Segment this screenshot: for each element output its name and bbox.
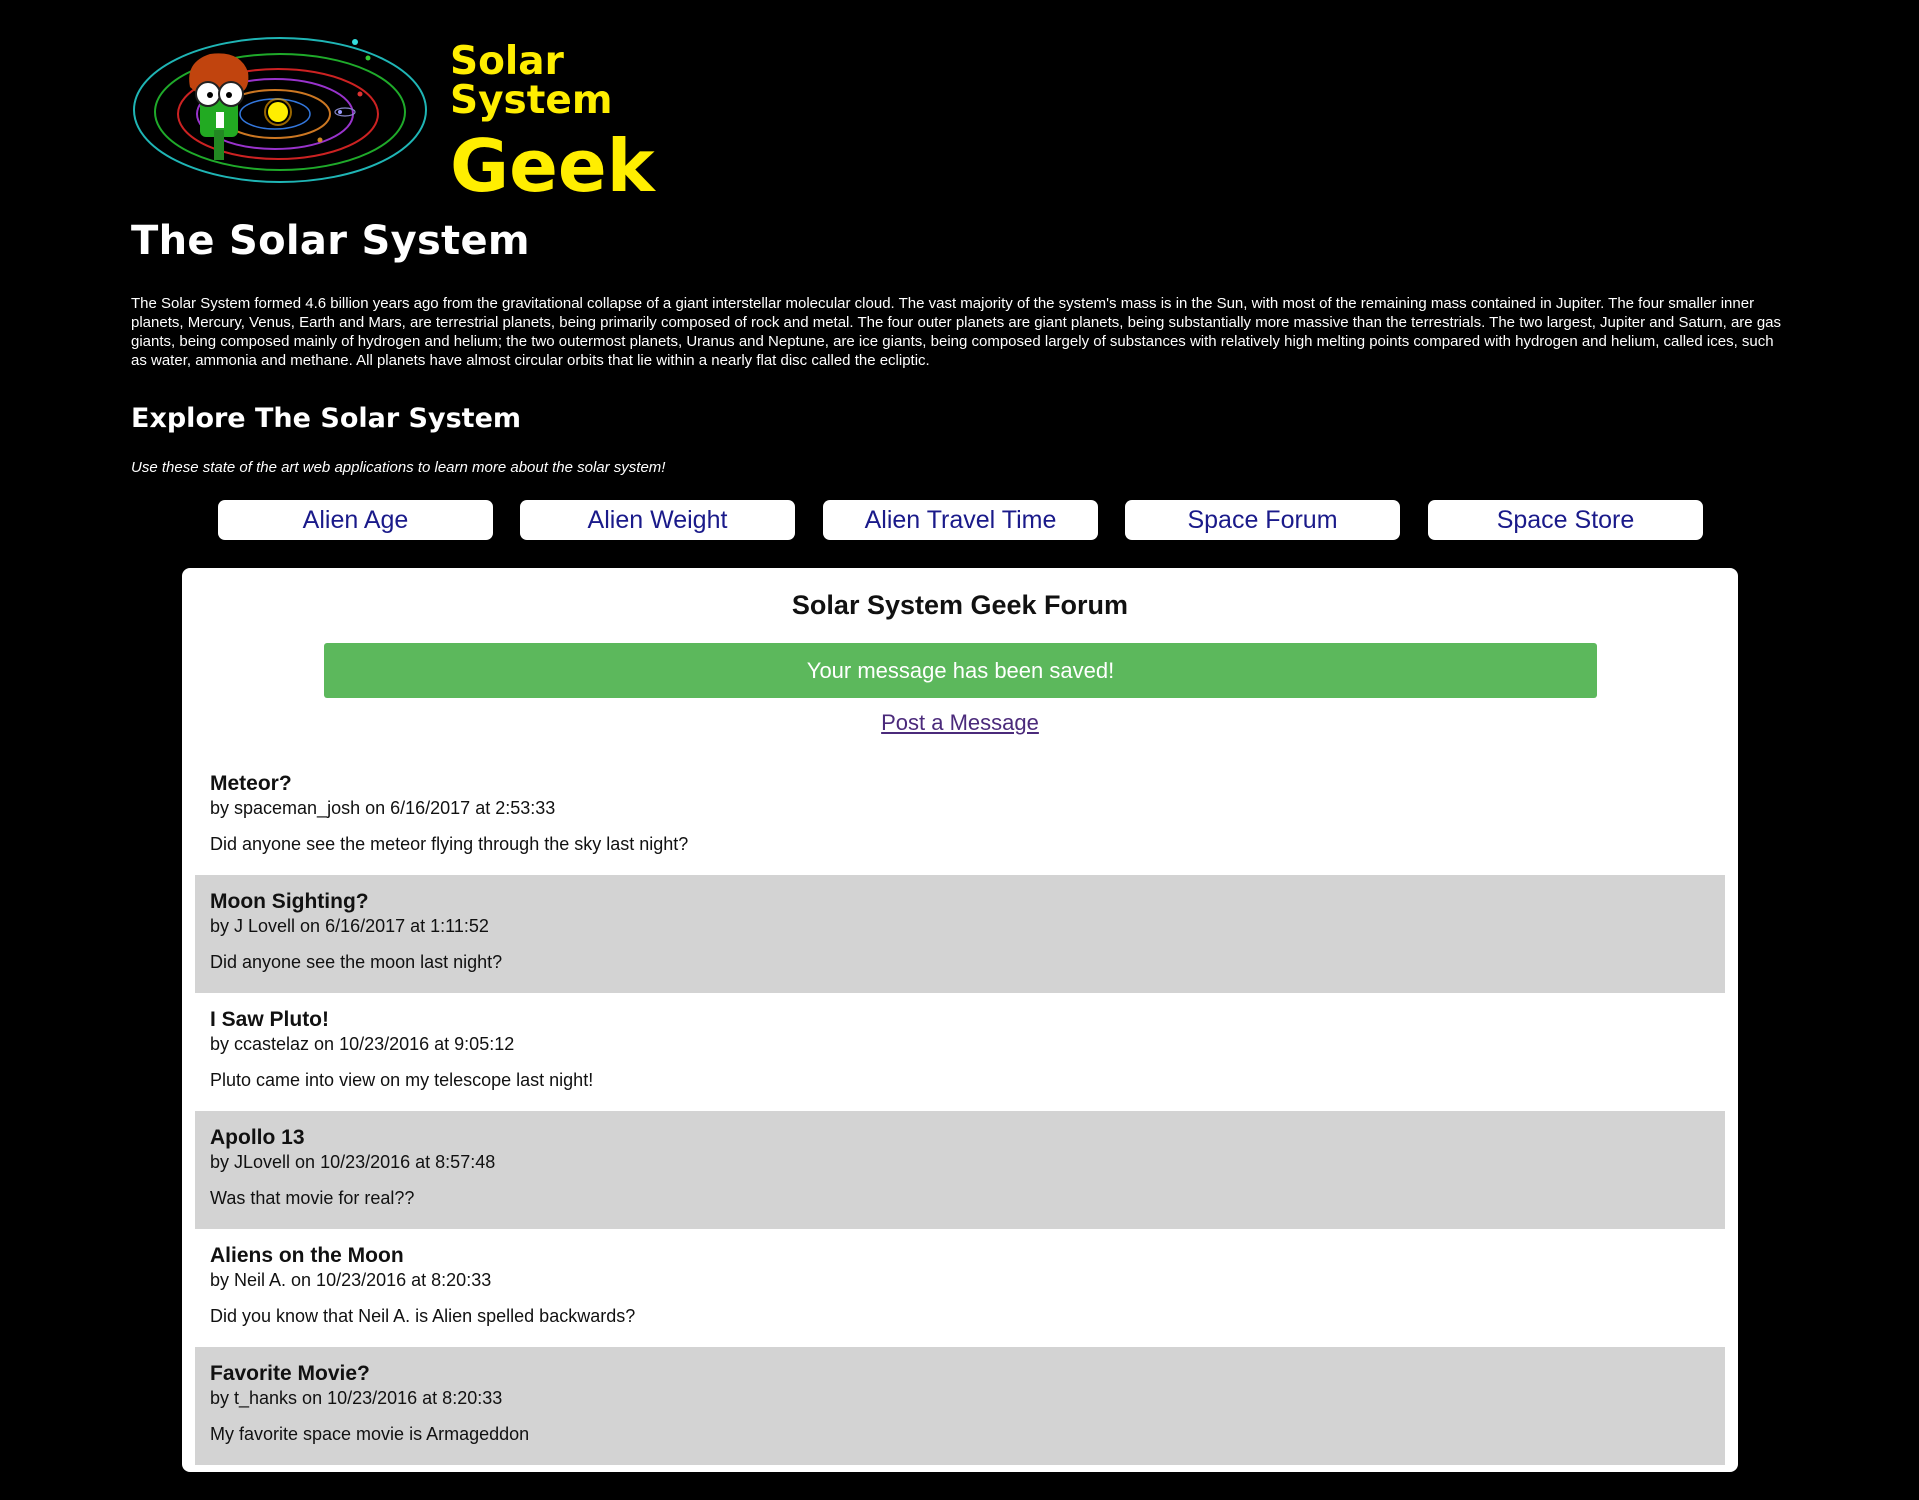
nav-alien-travel-time-button[interactable]: Alien Travel Time (823, 500, 1098, 540)
list-item: Favorite Movie? by t_hanks on 10/23/2016… (195, 1347, 1725, 1465)
post-title: Moon Sighting? (210, 890, 369, 913)
post-body: My favorite space movie is Armageddon (210, 1424, 530, 1444)
post-meta: by J Lovell on 6/16/2017 at 1:11:52 (210, 916, 489, 936)
logo-line-1: Solar System (450, 39, 613, 123)
post-meta: by t_hanks on 10/23/2016 at 8:20:33 (210, 1388, 503, 1408)
post-body: Did anyone see the meteor flying through… (210, 834, 689, 854)
post-title: I Saw Pluto! (210, 1008, 330, 1031)
nav-space-store-button[interactable]: Space Store (1428, 500, 1703, 540)
page: Solar System Geek The Solar System The S… (0, 0, 1919, 1500)
post-title: Meteor? (210, 772, 292, 795)
list-item: Meteor? by spaceman_josh on 6/16/2017 at… (195, 757, 1725, 875)
page-title: The Solar System (131, 218, 530, 264)
list-item: Apollo 13 by JLovell on 10/23/2016 at 8:… (195, 1111, 1725, 1229)
success-alert: Your message has been saved! (324, 643, 1597, 698)
post-title: Favorite Movie? (210, 1362, 370, 1385)
post-message-link[interactable]: Post a Message (881, 710, 1039, 735)
solar-system-logo-icon[interactable] (130, 32, 430, 192)
app-nav: Alien Age Alien Weight Alien Travel Time… (218, 500, 1704, 540)
intro-paragraph: The Solar System formed 4.6 billion year… (131, 295, 1781, 369)
post-body: Pluto came into view on my telescope las… (210, 1070, 594, 1090)
site-header: Solar System Geek (130, 32, 730, 202)
post-meta: by Neil A. on 10/23/2016 at 8:20:33 (210, 1270, 492, 1290)
post-body: Did you know that Neil A. is Alien spell… (210, 1306, 636, 1326)
logo-text[interactable]: Solar System Geek (450, 42, 730, 202)
list-item: Moon Sighting? by J Lovell on 6/16/2017 … (195, 875, 1725, 993)
list-item: I Saw Pluto! by ccastelaz on 10/23/2016 … (195, 993, 1725, 1111)
post-body: Was that movie for real?? (210, 1188, 415, 1208)
post-meta: by ccastelaz on 10/23/2016 at 9:05:12 (210, 1034, 515, 1054)
nav-alien-age-button[interactable]: Alien Age (218, 500, 493, 540)
post-message-container: Post a Message (182, 710, 1738, 736)
logo-line-2: Geek (450, 124, 655, 208)
post-list: Meteor? by spaceman_josh on 6/16/2017 at… (195, 757, 1725, 1465)
nav-alien-weight-button[interactable]: Alien Weight (520, 500, 795, 540)
explore-heading: Explore The Solar System (131, 403, 522, 434)
post-meta: by spaceman_josh on 6/16/2017 at 2:53:33 (210, 798, 556, 818)
post-body: Did anyone see the moon last night? (210, 952, 503, 972)
list-item: Aliens on the Moon by Neil A. on 10/23/2… (195, 1229, 1725, 1347)
nav-space-forum-button[interactable]: Space Forum (1125, 500, 1400, 540)
explore-subtitle: Use these state of the art web applicati… (131, 459, 666, 476)
forum-title: Solar System Geek Forum (791, 590, 1129, 620)
forum-panel: Solar System Geek Forum Your message has… (182, 568, 1738, 1472)
post-title: Apollo 13 (210, 1126, 305, 1149)
post-title: Aliens on the Moon (210, 1244, 404, 1267)
post-meta: by JLovell on 10/23/2016 at 8:57:48 (210, 1152, 496, 1172)
